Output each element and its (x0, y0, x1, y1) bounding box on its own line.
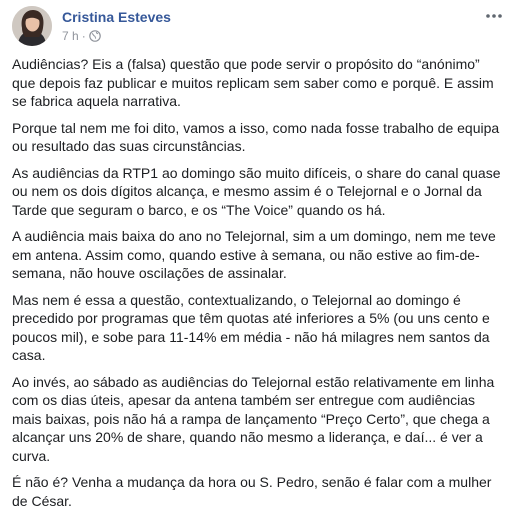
post-header: Cristina Esteves 7 h · (12, 6, 504, 46)
post-paragraph: Mas nem é essa a questão, contextualizan… (12, 291, 490, 364)
globe-icon (88, 30, 101, 42)
timestamp[interactable]: 7 h (62, 28, 79, 44)
author-name[interactable]: Cristina Esteves (62, 8, 171, 26)
post-paragraph: É não é? Venha a mudança da hora ou S. P… (12, 474, 492, 509)
post-paragraph: A audiência mais baixa do ano no Telejor… (12, 228, 496, 281)
post-paragraph: Audiências? Eis a (falsa) questão que po… (12, 56, 494, 109)
post-text: Audiências? Eis a (falsa) questão que po… (12, 55, 506, 518)
post-meta: 7 h · (62, 28, 101, 44)
post-paragraph: As audiências da RTP1 ao domingo são mui… (12, 164, 501, 218)
more-options-icon[interactable] (484, 8, 504, 24)
avatar[interactable] (12, 6, 52, 46)
meta-separator: · (81, 29, 86, 43)
post-paragraph: Porque tal nem me foi dito, vamos a isso… (12, 119, 500, 155)
post-paragraph: Ao invés, ao sábado as audiências do Tel… (12, 373, 495, 464)
facebook-post: Cristina Esteves 7 h · Audiências? Eis a… (0, 0, 516, 522)
